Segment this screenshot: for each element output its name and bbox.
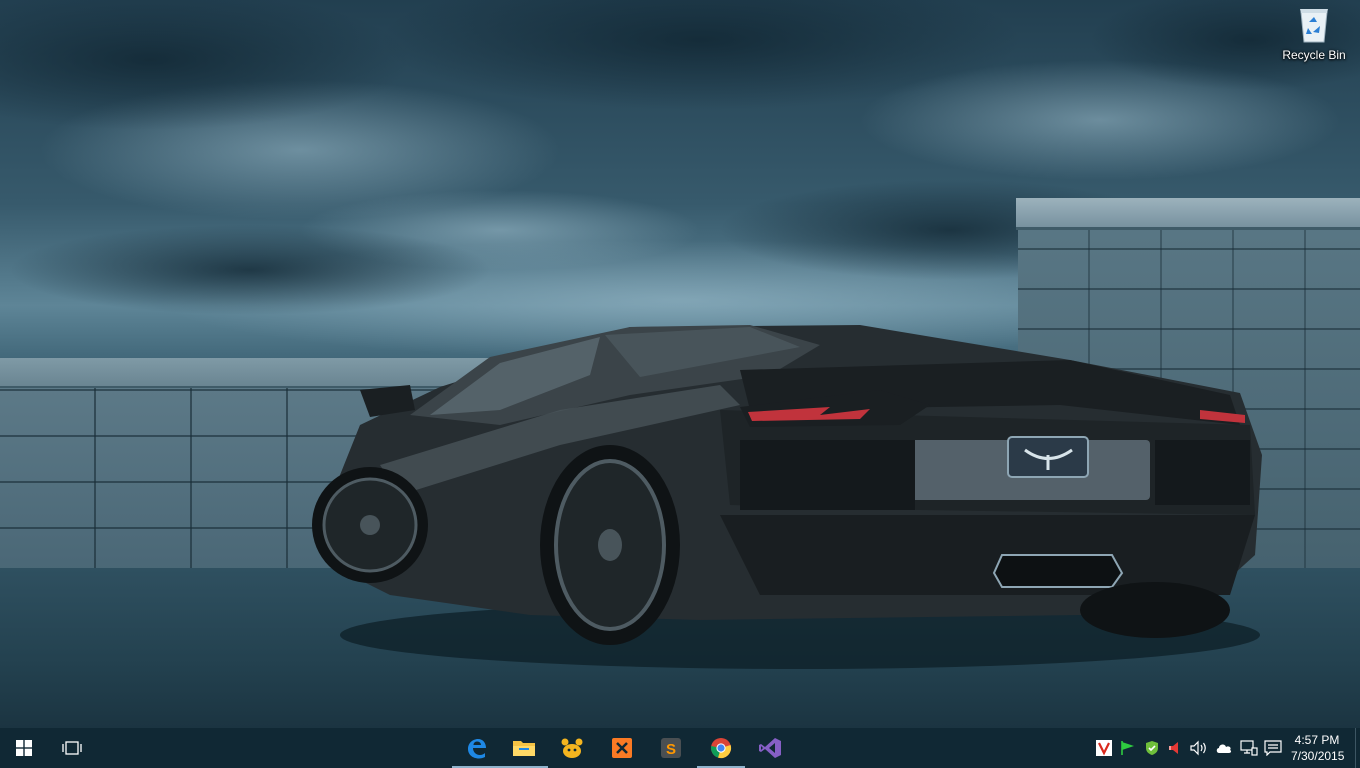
desktop-wallpaper: Recycle Bin bbox=[0, 0, 1360, 728]
taskbar-app-chrome[interactable] bbox=[697, 728, 745, 768]
sports-car-image bbox=[312, 325, 1262, 669]
folder-icon bbox=[513, 741, 535, 756]
xampp-icon bbox=[612, 738, 632, 758]
taskbar-clock[interactable]: 4:57 PM 7/30/2015 bbox=[1291, 728, 1345, 768]
tray-security[interactable] bbox=[1142, 738, 1162, 758]
tray-network[interactable] bbox=[1239, 738, 1259, 758]
tray-onedrive[interactable] bbox=[1214, 738, 1234, 758]
taskbar: S 4:57 PM 7/30/2015 bbox=[0, 728, 1360, 768]
clock-date: 7/30/2015 bbox=[1291, 749, 1345, 763]
taskbar-app-edge[interactable] bbox=[452, 728, 500, 768]
taskbar-app-file-explorer[interactable] bbox=[500, 728, 548, 768]
svg-text:S: S bbox=[666, 741, 676, 758]
task-view-icon bbox=[62, 741, 82, 755]
tray-volume[interactable] bbox=[1189, 738, 1209, 758]
taskbar-app-paw[interactable] bbox=[548, 728, 596, 768]
network-icon bbox=[1240, 740, 1258, 756]
sublime-text-icon: S bbox=[661, 738, 681, 758]
paw-icon bbox=[561, 738, 583, 758]
taskbar-app-sublime-text[interactable]: S bbox=[647, 728, 695, 768]
tray-action-center[interactable] bbox=[1263, 738, 1283, 758]
security-shield-icon bbox=[1146, 741, 1158, 755]
recycle-bin-icon bbox=[1300, 9, 1328, 43]
task-view-button[interactable] bbox=[48, 728, 96, 768]
volume-icon bbox=[1190, 740, 1206, 756]
taskbar-app-xampp[interactable] bbox=[598, 728, 646, 768]
clock-time: 4:57 PM bbox=[1294, 733, 1340, 747]
recycle-bin-label: Recycle Bin bbox=[1282, 48, 1346, 62]
onedrive-cloud-icon bbox=[1216, 744, 1232, 753]
green-flag-icon bbox=[1121, 741, 1134, 755]
recycle-bin-desktop-icon[interactable]: Recycle Bin bbox=[1276, 6, 1352, 70]
red-speaker-icon bbox=[1169, 742, 1178, 754]
visual-studio-icon bbox=[759, 738, 781, 758]
vivaldi-icon bbox=[1096, 740, 1112, 756]
windows-logo-icon bbox=[16, 740, 32, 756]
start-button[interactable] bbox=[0, 728, 48, 768]
tray-vivaldi[interactable] bbox=[1094, 738, 1114, 758]
chrome-icon bbox=[710, 738, 732, 759]
tray-red-speaker[interactable] bbox=[1165, 738, 1185, 758]
show-desktop-button[interactable] bbox=[1355, 728, 1360, 768]
edge-icon bbox=[468, 739, 486, 759]
action-center-icon bbox=[1264, 740, 1282, 756]
tray-green-flag[interactable] bbox=[1118, 738, 1138, 758]
taskbar-app-visual-studio[interactable] bbox=[746, 728, 794, 768]
